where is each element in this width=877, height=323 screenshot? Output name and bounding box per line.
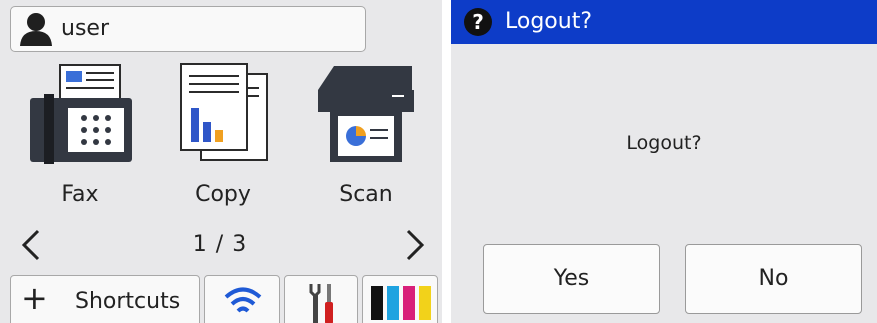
shortcuts-button[interactable]: + Shortcuts <box>10 275 200 323</box>
wifi-icon <box>224 287 262 313</box>
ink-cartridges-icon <box>371 286 431 320</box>
fax-icon <box>30 64 132 164</box>
plus-icon: + <box>21 279 48 317</box>
svg-text:?: ? <box>472 10 484 34</box>
user-bar[interactable]: user <box>10 6 366 52</box>
dialog-title-bar: ? Logout? <box>451 0 877 44</box>
yes-button[interactable]: Yes <box>483 244 660 314</box>
fax-button[interactable]: Fax <box>20 60 140 220</box>
user-name: user <box>61 16 109 41</box>
copy-label: Copy <box>195 182 251 207</box>
dialog-message: Logout? <box>626 132 702 154</box>
scan-label: Scan <box>339 182 393 207</box>
question-icon: ? <box>464 8 492 36</box>
copy-icon <box>180 63 268 161</box>
dialog-title: Logout? <box>505 9 593 34</box>
scan-icon <box>318 66 414 162</box>
scan-button[interactable]: Scan <box>306 60 426 220</box>
shortcuts-label: Shortcuts <box>75 289 181 314</box>
wifi-button[interactable] <box>204 275 280 323</box>
page-indicator: 1 / 3 <box>192 232 248 257</box>
logout-dialog: ? Logout? Logout? Yes No <box>451 0 877 323</box>
copy-button[interactable]: Copy <box>163 60 283 220</box>
chevron-right-icon[interactable] <box>404 229 426 261</box>
home-screen: user Fax Copy Scan 1 / 3 + Shortcuts <box>0 0 442 323</box>
chevron-left-icon[interactable] <box>20 229 42 261</box>
ink-button[interactable] <box>362 275 438 323</box>
fax-label: Fax <box>61 182 99 207</box>
tools-icon <box>309 284 333 323</box>
settings-button[interactable] <box>284 275 358 323</box>
no-button[interactable]: No <box>685 244 862 314</box>
user-icon <box>20 13 52 46</box>
